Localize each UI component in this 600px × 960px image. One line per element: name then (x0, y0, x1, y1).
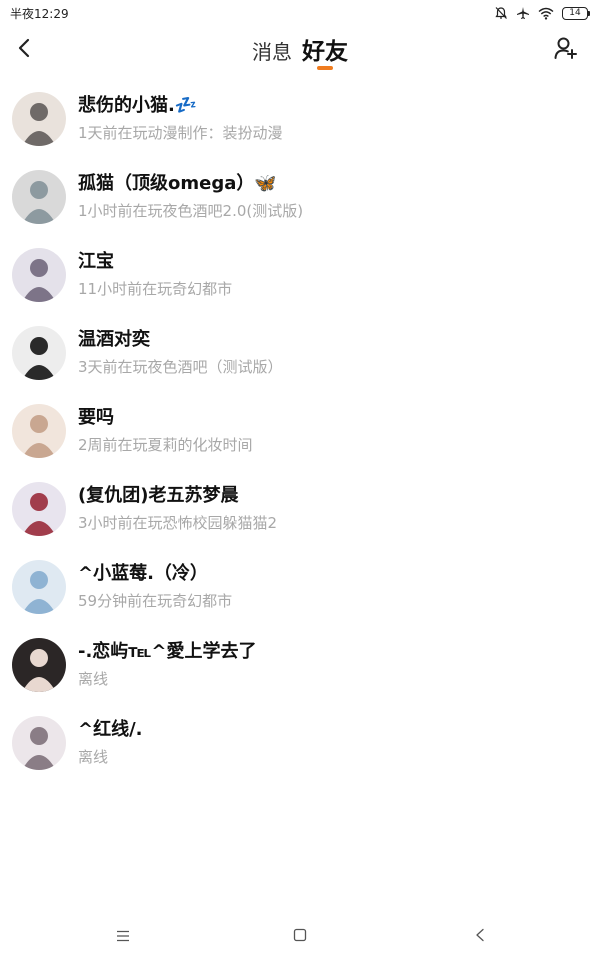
friend-list: 悲伤的小猫.💤 1天前在玩动漫制作：装扮动漫 孤猫（顶级omega）🦋 1小时前… (0, 80, 600, 782)
avatar (12, 716, 66, 770)
status-bar: 半夜12:29 14 (0, 0, 600, 26)
active-tab-indicator (317, 66, 333, 70)
header: 消息 好友 (0, 26, 600, 78)
avatar (12, 638, 66, 692)
add-friend-button[interactable] (552, 36, 580, 64)
home-button[interactable] (288, 924, 312, 948)
wifi-icon (538, 7, 554, 20)
friend-status: 3小时前在玩恐怖校园躲猫猫2 (78, 514, 278, 532)
friend-item[interactable]: ^红线/. 离线 (0, 704, 600, 782)
avatar (12, 248, 66, 302)
friend-status: 11小时前在玩奇幻都市 (78, 280, 233, 298)
friend-name: 孤猫（顶级omega）🦋 (78, 173, 277, 194)
friend-status: 2周前在玩夏莉的化妆时间 (78, 436, 253, 454)
friend-item[interactable]: 江宝 11小时前在玩奇幻都市 (0, 236, 600, 314)
friend-item[interactable]: 温酒对奕 3天前在玩夜色酒吧（测试版） (0, 314, 600, 392)
avatar (12, 560, 66, 614)
friend-name: 江宝 (78, 251, 114, 272)
menu-button[interactable] (111, 924, 135, 948)
friend-name: 温酒对奕 (78, 329, 150, 350)
friend-name: 悲伤的小猫.💤 (78, 95, 198, 116)
friend-item[interactable]: 要吗 2周前在玩夏莉的化妆时间 (0, 392, 600, 470)
avatar (12, 326, 66, 380)
avatar (12, 92, 66, 146)
friend-status: 离线 (78, 748, 109, 766)
friend-name: ^小蓝莓.（冷） (78, 563, 208, 584)
home-square-icon (293, 927, 307, 946)
friend-status: 离线 (78, 670, 109, 688)
back-triangle-icon (474, 927, 486, 946)
system-back-button[interactable] (468, 924, 492, 948)
avatar (12, 482, 66, 536)
airplane-icon (516, 6, 530, 20)
friend-name: ^红线/. (78, 719, 143, 740)
friend-status: 59分钟前在玩奇幻都市 (78, 592, 233, 610)
friend-item[interactable]: (复仇团)老五苏梦晨 3小时前在玩恐怖校园躲猫猫2 (0, 470, 600, 548)
tab-friends-label: 好友 (302, 39, 348, 65)
battery-icon: 14 (562, 6, 590, 20)
bell-off-icon (494, 6, 508, 20)
tab-messages[interactable]: 消息 (252, 36, 292, 65)
tab-bar: 消息 好友 (0, 32, 600, 70)
friend-item[interactable]: -.恋屿℡^愛上学去了 离线 (0, 626, 600, 704)
friend-item[interactable]: 悲伤的小猫.💤 1天前在玩动漫制作：装扮动漫 (0, 80, 600, 158)
avatar (12, 404, 66, 458)
battery-level: 14 (562, 6, 588, 20)
friend-item[interactable]: ^小蓝莓.（冷） 59分钟前在玩奇幻都市 (0, 548, 600, 626)
add-user-icon (554, 36, 578, 64)
friend-item[interactable]: 孤猫（顶级omega）🦋 1小时前在玩夜色酒吧2.0(测试版) (0, 158, 600, 236)
friend-name: (复仇团)老五苏梦晨 (78, 485, 239, 506)
avatar (12, 170, 66, 224)
menu-icon (116, 927, 130, 946)
friend-name: 要吗 (78, 407, 114, 428)
status-time: 半夜12:29 (10, 6, 69, 21)
status-icons: 14 (494, 6, 590, 20)
system-nav-bar (0, 910, 600, 960)
friend-name: -.恋屿℡^愛上学去了 (78, 641, 257, 662)
friend-status: 3天前在玩夜色酒吧（测试版） (78, 358, 283, 376)
friend-status: 1小时前在玩夜色酒吧2.0(测试版) (78, 202, 304, 220)
friend-status: 1天前在玩动漫制作：装扮动漫 (78, 124, 283, 142)
tab-friends[interactable]: 好友 (302, 32, 348, 70)
